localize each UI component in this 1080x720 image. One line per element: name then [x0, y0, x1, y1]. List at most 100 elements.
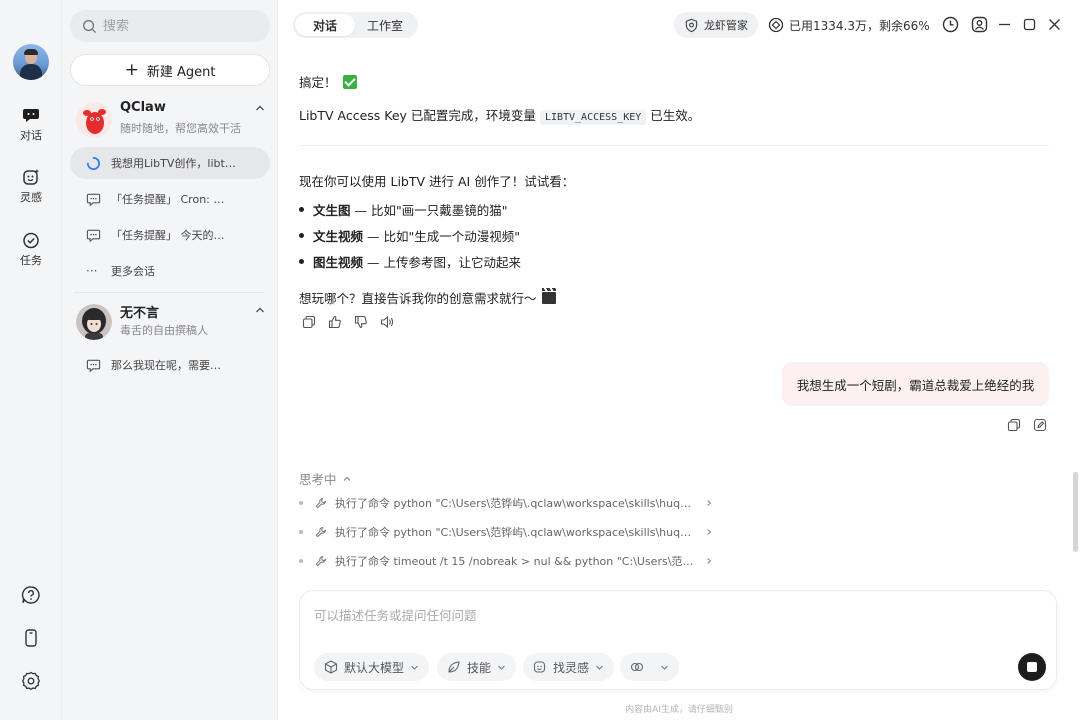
agent-description: 随时随地，帮您高效干活 — [120, 122, 241, 135]
cube-icon — [324, 660, 338, 674]
tool-step-item[interactable]: 执行了命令 python "C:\Users\范铧屿\.qclaw\worksp… — [299, 522, 719, 542]
check-mark-icon — [342, 75, 357, 89]
tab-chat[interactable]: 对话 — [295, 14, 355, 36]
rail-item-label: 任务 — [20, 254, 42, 267]
done-text: 搞定！ — [299, 75, 337, 90]
bullet-item: 文生图 — 比如"画一只戴墨镜的猫" — [313, 200, 507, 219]
rail-item-inspiration[interactable]: 灵感 — [0, 168, 62, 205]
tool-step-item[interactable]: 执行了命令 python "C:\Users\范铧屿\.qclaw\worksp… — [299, 493, 719, 513]
copy-icon[interactable] — [302, 315, 316, 329]
sidebar-divider — [74, 292, 264, 293]
key-suffix-text: 已生效。 — [650, 108, 701, 123]
message-input[interactable] — [314, 605, 994, 635]
bullet-dot — [299, 207, 304, 212]
search-input[interactable] — [103, 18, 253, 34]
left-rail: 对话 灵感 任务 — [0, 0, 62, 720]
wrench-icon — [315, 497, 326, 509]
key-prefix-text: LibTV Access Key 已配置完成，环境变量 — [299, 108, 536, 123]
chat-bubble-outline-icon — [86, 359, 101, 372]
step-text: 执行了命令 python "C:\Users\范铧屿\.qclaw\worksp… — [335, 526, 695, 539]
lobster-manager-button[interactable]: 龙虾管家 — [674, 12, 758, 38]
minimize-icon[interactable] — [996, 16, 1013, 33]
ai-disclaimer: 内容由AI生成，请仔细甄别 — [625, 705, 733, 715]
view-tabs: 对话 工作室 — [293, 12, 418, 38]
composer: 默认大模型 技能 找灵感 — [299, 590, 1057, 690]
thumbs-down-icon[interactable] — [354, 315, 368, 329]
agent-name: QClaw — [120, 100, 166, 115]
agent-card-wubuyan[interactable]: 无不言 毒舌的自由撰稿人 — [76, 302, 266, 342]
rail-item-chat[interactable]: 对话 — [0, 106, 62, 143]
chevron-up-icon — [343, 476, 350, 481]
copy-icon[interactable] — [1007, 418, 1021, 432]
session-title: 那么我现在呢，需要… — [111, 359, 221, 372]
chevron-down-icon — [498, 665, 505, 670]
chevron-right-icon — [707, 558, 712, 564]
chat-bubble-outline-icon — [86, 229, 101, 242]
intro-text: 现在你可以使用 LibTV 进行 AI 创作了！试试看： — [299, 174, 575, 189]
bullet-bold: 文生图 — [313, 203, 351, 218]
inspiration-icon — [23, 169, 40, 185]
stop-square-icon — [1027, 662, 1037, 672]
thumbs-up-icon[interactable] — [328, 315, 342, 329]
model-select-button[interactable]: 默认大模型 — [314, 653, 430, 681]
plus-icon: + — [124, 59, 139, 80]
settings-icon[interactable] — [21, 671, 41, 691]
chevron-down-icon — [661, 665, 668, 670]
step-text: 执行了命令 timeout /t 15 /nobreak > nul && py… — [335, 555, 695, 568]
search-box[interactable] — [70, 10, 270, 42]
session-item[interactable]: 那么我现在呢，需要… — [70, 349, 270, 381]
task-check-icon — [23, 232, 39, 249]
chat-bubble-outline-icon — [86, 193, 101, 206]
chevron-right-icon — [707, 529, 712, 535]
find-inspiration-button[interactable]: 找灵感 — [523, 653, 615, 681]
bullet-rest: — 比如"生成一个动漫视频" — [363, 229, 520, 244]
thinking-label: 思考中 — [299, 472, 337, 487]
bullet-bold: 文生视频 — [313, 229, 364, 244]
token-usage[interactable]: 已用1334.3万，剩余66% — [768, 12, 930, 38]
more-sessions-button[interactable]: ··· 更多会话 — [70, 255, 270, 287]
skills-button[interactable]: 技能 — [437, 653, 517, 681]
user-avatar[interactable] — [13, 44, 49, 80]
history-clock-icon[interactable] — [942, 16, 959, 33]
close-icon[interactable] — [1046, 16, 1063, 33]
wrench-icon — [315, 526, 326, 538]
chevron-up-icon[interactable] — [254, 102, 266, 114]
rail-item-label: 对话 — [20, 129, 42, 142]
session-title: 「任务提醒」 Cron: … — [111, 193, 225, 206]
env-var-code: LIBTV_ACCESS_KEY — [539, 110, 647, 125]
bullet-item: 图生视频 — 上传参考图，让它动起来 — [313, 252, 521, 271]
lobster-manager-label: 龙虾管家 — [704, 19, 748, 32]
agent-card-qclaw[interactable]: QClaw 随时随地，帮您高效干活 — [76, 100, 266, 140]
tool-step-item[interactable]: 执行了命令 timeout /t 15 /nobreak > nul && py… — [299, 551, 719, 571]
message-divider — [299, 145, 1049, 146]
user-message-text: 我想生成一个短剧，霸道总裁爱上绝经的我 — [796, 377, 1035, 393]
maximize-icon[interactable] — [1021, 16, 1038, 33]
rail-item-task[interactable]: 任务 — [0, 231, 62, 268]
skills-label: 技能 — [467, 660, 492, 675]
phone-icon[interactable] — [21, 628, 41, 648]
user-message-actions — [1007, 418, 1059, 432]
stop-generation-button[interactable] — [1018, 653, 1046, 681]
chevron-down-icon — [596, 665, 603, 670]
new-agent-button[interactable]: + 新建 Agent — [70, 54, 270, 86]
thinking-toggle[interactable]: 思考中 — [299, 469, 352, 488]
tab-studio[interactable]: 工作室 — [355, 14, 415, 36]
step-dot — [299, 501, 303, 505]
link-options-button[interactable] — [620, 653, 679, 681]
help-icon[interactable] — [21, 585, 41, 605]
edit-icon[interactable] — [1033, 418, 1047, 432]
speaker-icon[interactable] — [380, 315, 394, 329]
session-item-active[interactable]: 我想用LibTV创作，libt… — [70, 147, 270, 179]
chevron-down-icon — [411, 665, 418, 670]
step-dot — [299, 559, 303, 563]
step-dot — [299, 530, 303, 534]
profile-icon[interactable] — [971, 16, 988, 33]
session-item[interactable]: 「任务提醒」 今天的… — [70, 219, 270, 251]
assistant-key-line: LibTV Access Key 已配置完成，环境变量 LIBTV_ACCESS_… — [299, 105, 701, 125]
session-item[interactable]: 「任务提醒」 Cron: … — [70, 183, 270, 215]
session-title: 「任务提醒」 今天的… — [111, 229, 225, 242]
chat-scrollbar[interactable] — [1073, 472, 1078, 552]
rail-item-label: 灵感 — [20, 191, 42, 204]
chevron-up-icon[interactable] — [254, 304, 266, 316]
session-title: 我想用LibTV创作，libt… — [111, 157, 236, 170]
